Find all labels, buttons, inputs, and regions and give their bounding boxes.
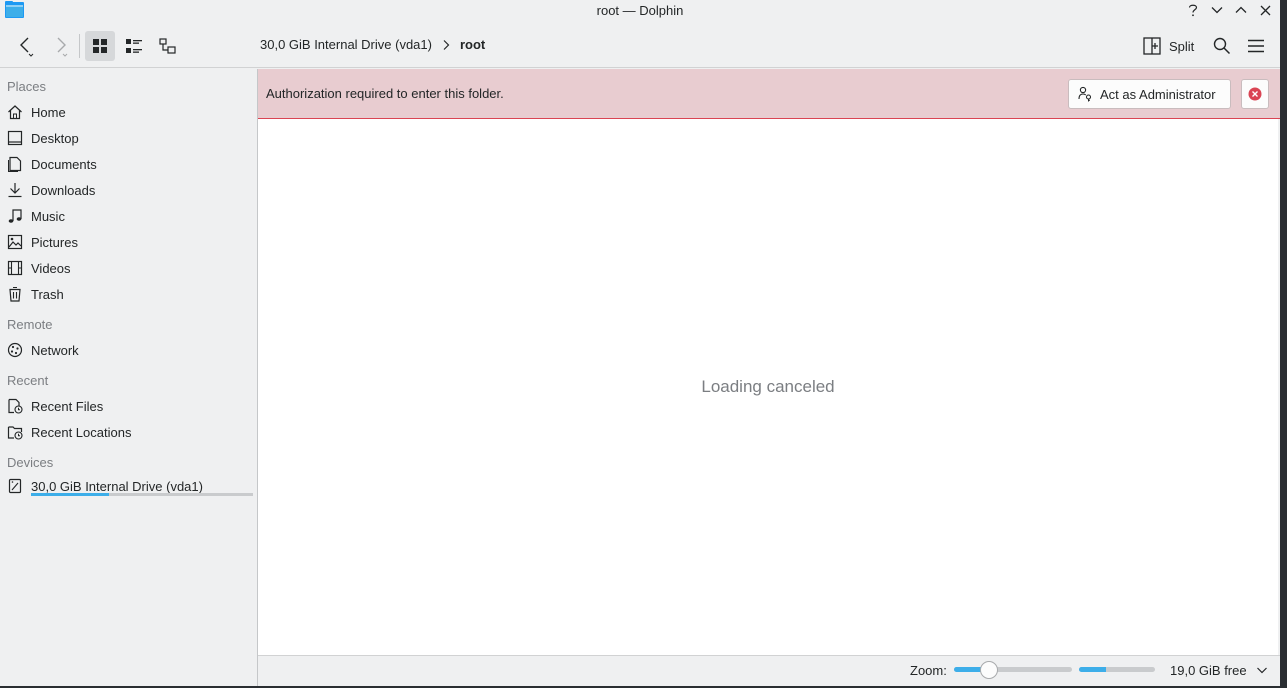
administrator-icon: [1078, 86, 1092, 102]
network-icon: [7, 342, 23, 358]
main-toolbar: 30,0 GiB Internal Drive (vda1) root Spli…: [0, 22, 1280, 68]
admin-button-label: Act as Administrator: [1100, 86, 1216, 102]
split-label: Split: [1169, 38, 1195, 54]
act-as-administrator-button[interactable]: Act as Administrator: [1068, 79, 1231, 109]
place-videos[interactable]: Videos: [7, 256, 253, 280]
split-view-icon: [1143, 37, 1161, 55]
breadcrumb-drive[interactable]: 30,0 GiB Internal Drive (vda1): [260, 37, 432, 52]
place-label: Videos: [31, 260, 71, 276]
folder-app-icon: [5, 1, 24, 18]
banner-close-button[interactable]: [1241, 79, 1269, 109]
help-button[interactable]: [1184, 1, 1202, 19]
home-icon: [8, 105, 22, 120]
place-downloads[interactable]: Downloads: [7, 178, 253, 202]
place-documents[interactable]: Documents: [7, 152, 253, 176]
background-desktop-strip: [1280, 0, 1287, 688]
compact-view-icon: [126, 39, 142, 53]
breadcrumb: 30,0 GiB Internal Drive (vda1) root: [260, 37, 485, 52]
place-pictures[interactable]: Pictures: [7, 230, 253, 254]
drive-icon: [8, 478, 22, 494]
videos-icon: [7, 260, 23, 276]
free-space-fill: [1079, 667, 1106, 672]
place-recent-locations[interactable]: Recent Locations: [7, 420, 253, 444]
chevron-up-icon: [1235, 6, 1247, 13]
toolbar-separator: [79, 34, 80, 58]
section-remote: Remote: [7, 317, 53, 332]
search-button[interactable]: [1207, 31, 1237, 61]
maximize-button[interactable]: [1232, 1, 1250, 19]
place-label: Network: [31, 342, 79, 358]
place-label: Recent Locations: [31, 424, 132, 440]
place-recent-files[interactable]: Recent Files: [7, 394, 253, 418]
free-space-bar: [1079, 667, 1155, 672]
close-window-button[interactable]: [1256, 1, 1274, 19]
compact-view-button[interactable]: [119, 31, 149, 61]
place-label: Home: [31, 104, 66, 120]
desktop-icon: [7, 130, 23, 146]
minimize-button[interactable]: [1208, 1, 1226, 19]
zoom-slider[interactable]: [954, 661, 1072, 679]
chevron-down-icon[interactable]: [1256, 664, 1268, 676]
zoom-slider-handle[interactable]: [980, 661, 999, 679]
place-label: Trash: [31, 286, 64, 302]
details-view-button[interactable]: [153, 31, 183, 61]
window-title: root — Dolphin: [596, 2, 684, 18]
icons-view-button[interactable]: [85, 31, 115, 61]
free-space-label[interactable]: 19,0 GiB free: [1170, 663, 1247, 678]
place-label: Documents: [31, 156, 97, 172]
close-circle-icon: [1248, 87, 1262, 101]
folder-view[interactable]: Authorization required to enter this fol…: [258, 69, 1280, 655]
place-desktop[interactable]: Desktop: [7, 126, 253, 150]
close-icon: [1260, 5, 1270, 15]
documents-icon: [8, 156, 22, 172]
zoom-label: Zoom:: [910, 663, 947, 678]
back-arrow-icon: [20, 37, 34, 57]
downloads-icon: [8, 183, 22, 198]
forward-arrow-icon: [57, 37, 68, 57]
place-label: Desktop: [31, 130, 79, 146]
place-trash[interactable]: Trash: [7, 282, 253, 306]
place-home[interactable]: Home: [7, 100, 253, 124]
back-button[interactable]: [11, 31, 41, 61]
dolphin-window: root — Dolphin 30,0 GiB Internal Drive (…: [0, 0, 1280, 686]
split-button[interactable]: Split: [1143, 35, 1194, 57]
chevron-down-icon: [1211, 7, 1223, 14]
recent-files-icon: [8, 398, 23, 414]
chevron-right-icon: [443, 39, 450, 50]
place-label: Pictures: [31, 234, 78, 250]
window-controls: [1184, 0, 1274, 20]
section-devices: Devices: [7, 455, 54, 470]
place-label: Recent Files: [31, 398, 104, 414]
music-icon: [8, 209, 22, 223]
section-places: Places: [7, 79, 47, 94]
place-network[interactable]: Network: [7, 338, 253, 362]
drive-usage-fill: [31, 493, 109, 496]
pictures-icon: [7, 234, 23, 250]
device-label: 30,0 GiB Internal Drive (vda1): [31, 478, 203, 494]
places-panel: Places Home Desktop Documents Downloads …: [0, 69, 257, 686]
loading-status-message: Loading canceled: [701, 377, 835, 396]
icons-view-icon: [93, 39, 107, 53]
search-icon: [1213, 37, 1231, 55]
forward-button[interactable]: [45, 31, 75, 61]
title-bar: root — Dolphin: [0, 0, 1280, 20]
trash-icon: [9, 286, 21, 302]
place-label: Music: [31, 208, 65, 224]
recent-locations-icon: [7, 426, 23, 440]
breadcrumb-current[interactable]: root: [460, 37, 485, 52]
authorization-banner: Authorization required to enter this fol…: [258, 69, 1280, 119]
hamburger-menu-icon: [1248, 39, 1264, 53]
details-view-icon: [159, 38, 176, 54]
status-bar: Zoom: 19,0 GiB free: [258, 655, 1280, 686]
banner-message: Authorization required to enter this fol…: [266, 86, 504, 101]
place-music[interactable]: Music: [7, 204, 253, 228]
place-label: Downloads: [31, 182, 96, 198]
menu-button[interactable]: [1241, 31, 1271, 61]
section-recent: Recent: [7, 373, 49, 388]
drive-usage-bar: [31, 493, 253, 496]
help-icon: [1188, 4, 1198, 17]
